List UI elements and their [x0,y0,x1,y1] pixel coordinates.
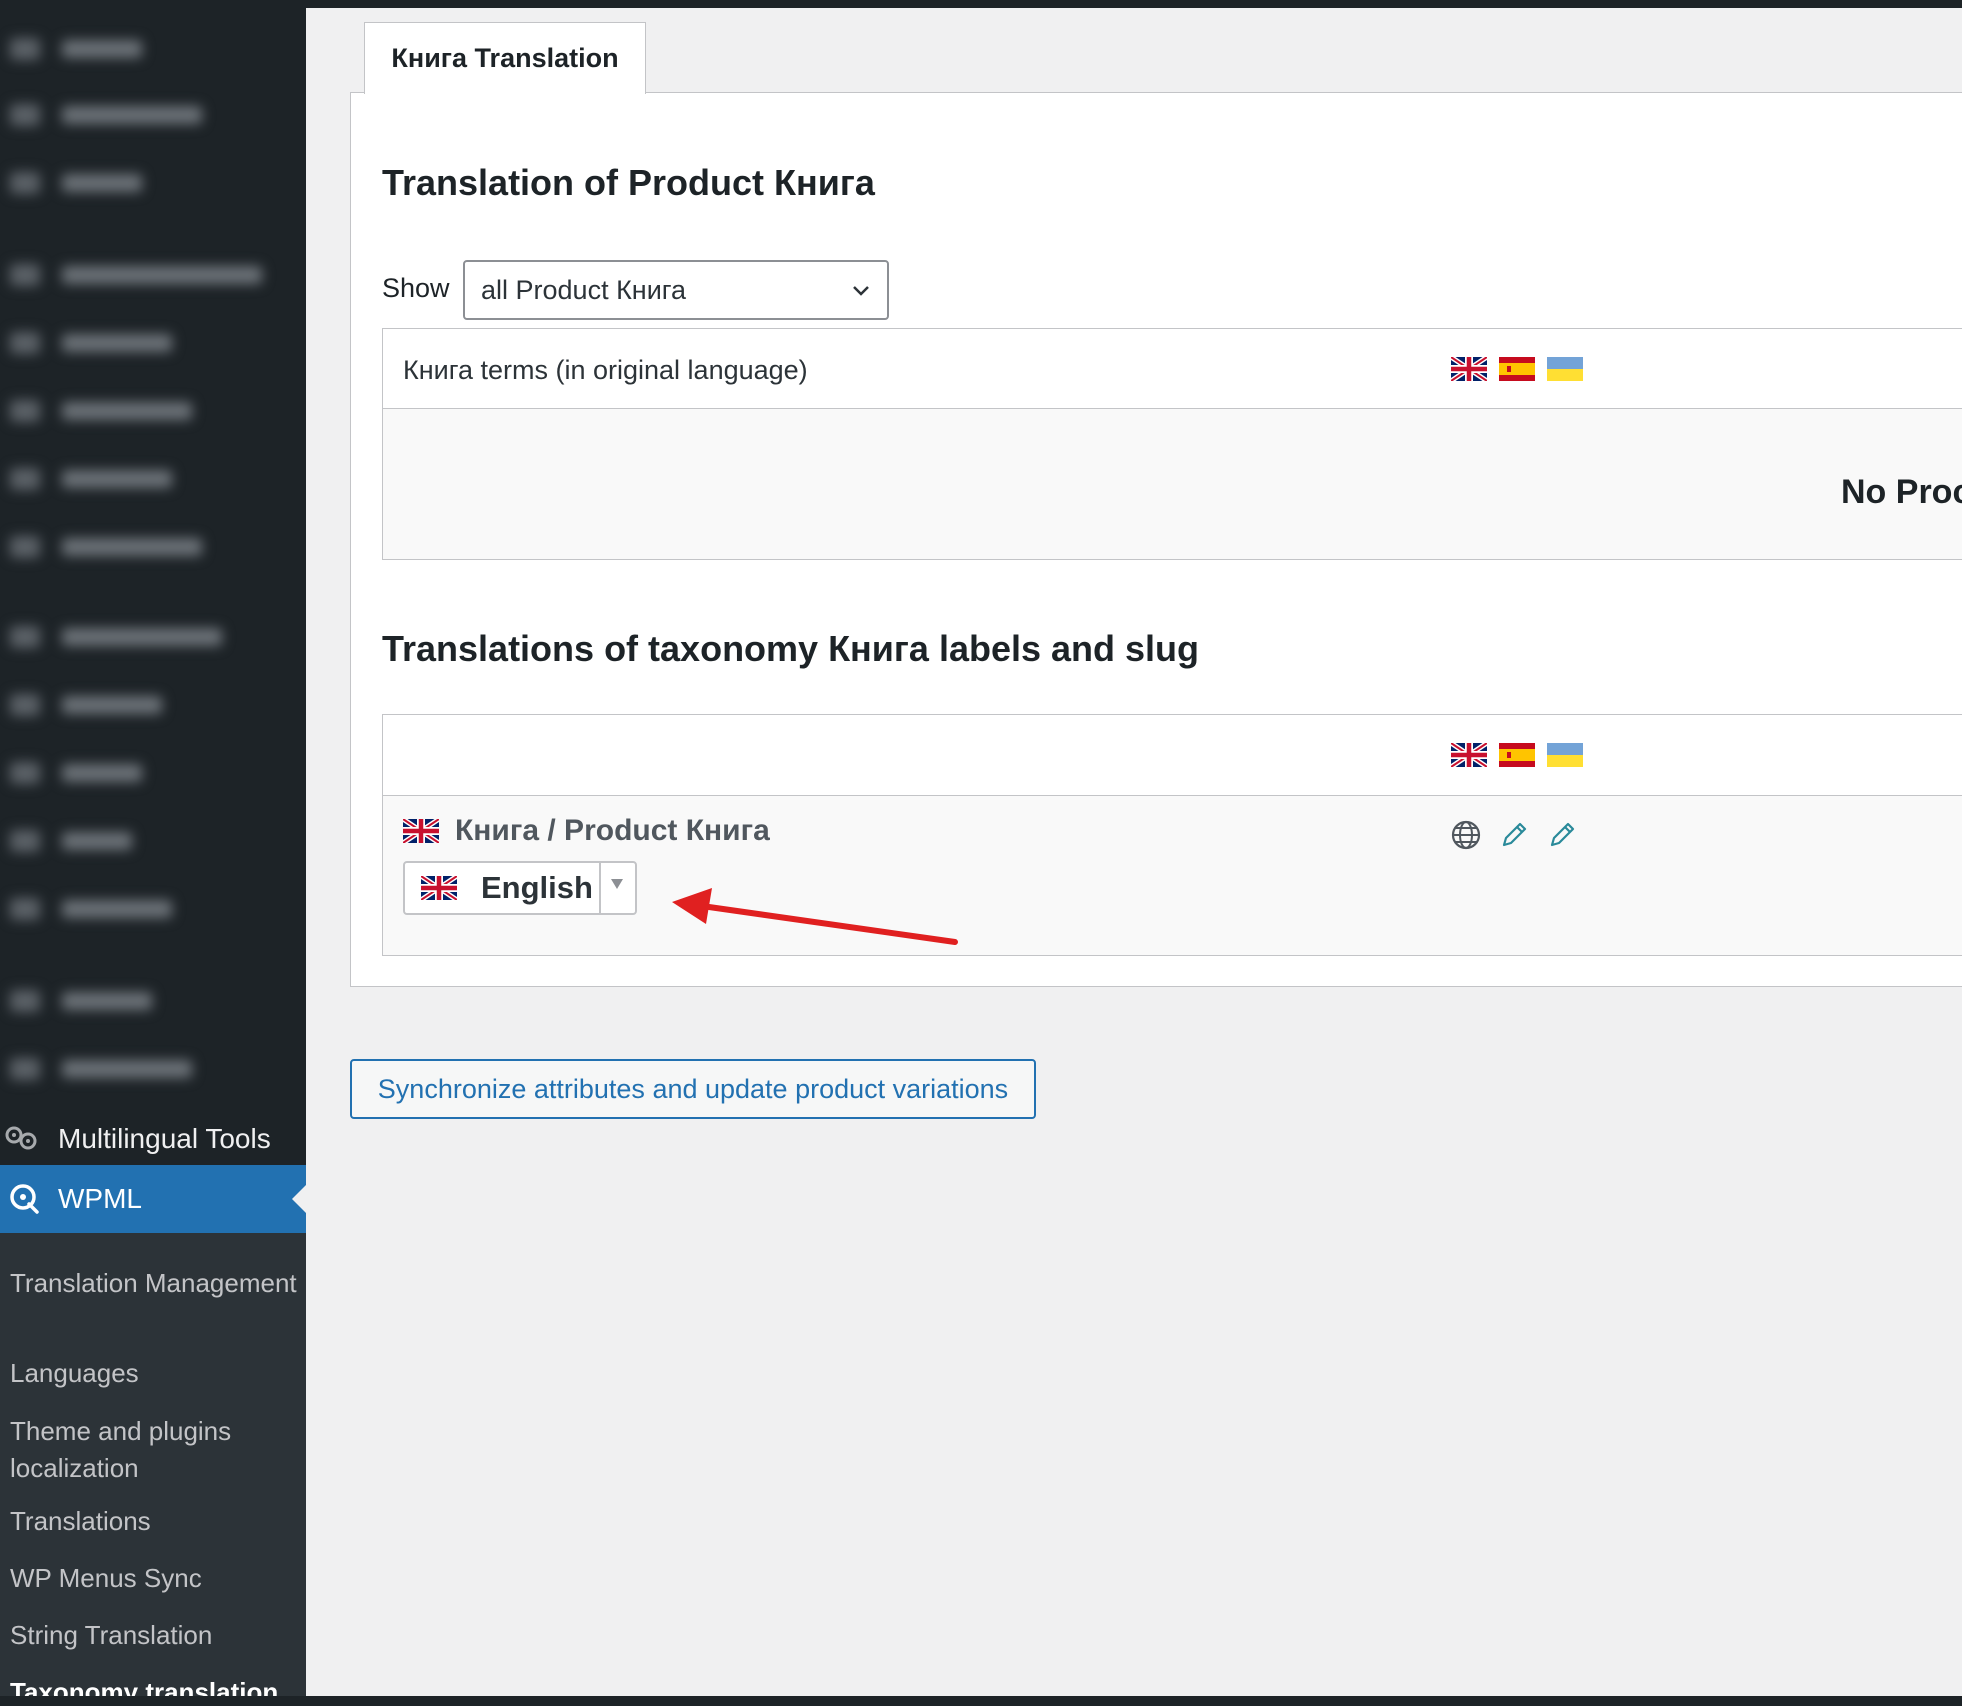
blurred-menu-item[interactable] [10,260,262,290]
section-title-taxonomy-labels: Translations of taxonomy Книга labels an… [382,628,1200,669]
menu-item-wpml[interactable]: WPML [0,1165,306,1233]
submenu-item-translation-management[interactable]: Translation Management [10,1265,300,1302]
labels-table-row: Книга / Product Книга English [383,796,1962,955]
annotation-arrow [672,888,958,945]
uk-flag-icon [421,876,457,900]
multilingual-tools-icon [2,1124,42,1154]
show-filter-label: Show [382,273,450,303]
globe-icon[interactable] [1449,818,1483,852]
chevron-down-icon [849,278,873,309]
wpml-icon [4,1179,44,1219]
pencil-icon[interactable] [1497,818,1531,852]
wpml-submenu: Translation Management Languages Theme a… [0,1233,306,1696]
show-filter-select[interactable]: all Product Книга [463,260,889,320]
submenu-item-wp-menus-sync[interactable]: WP Menus Sync [10,1560,300,1597]
dropdown-separator [599,863,601,913]
section-title-product-translation: Translation of Product Книга [382,162,875,203]
spain-flag-icon [1499,743,1535,767]
submenu-item-theme-plugins-localization[interactable]: Theme and plugins localization [10,1413,300,1487]
blurred-menu-item[interactable] [10,168,142,198]
submenu-item-string-translation[interactable]: String Translation [10,1617,300,1654]
current-menu-caret [292,1185,306,1213]
blurred-menu-item[interactable] [10,328,172,358]
blurred-menu-item[interactable] [10,622,222,652]
language-flags-header [1451,357,1583,381]
blurred-menu-item[interactable] [10,826,132,856]
ukraine-flag-icon [1547,743,1583,767]
ukraine-flag-icon [1547,357,1583,381]
sync-attributes-button[interactable]: Synchronize attributes and update produc… [350,1059,1036,1119]
admin-sidebar: Multilingual Tools WPML Translation Mana… [0,8,306,1696]
screen-bottom-edge [0,1696,1962,1706]
dropdown-arrow-icon[interactable] [611,879,623,889]
empty-message: No Proc [1841,473,1962,511]
blurred-menu-item[interactable] [10,100,202,130]
pencil-icon[interactable] [1545,818,1579,852]
uk-flag-icon [403,819,439,843]
blurred-menu-item[interactable] [10,396,192,426]
submenu-item-taxonomy-translation[interactable]: Taxonomy translation [10,1674,300,1696]
terms-table: Книга terms (in original language) No Pr… [382,328,1962,560]
terms-column-header: Книга terms (in original language) [403,355,808,385]
source-language-value: English [481,870,593,905]
tab-book-translation[interactable]: Книга Translation [364,22,646,94]
submenu-item-translations[interactable]: Translations [10,1503,300,1540]
show-filter-value: all Product Книга [481,274,687,305]
language-flags-header [1451,743,1583,767]
labels-table-header [383,715,1962,796]
blurred-menu-item[interactable] [10,690,162,720]
terms-table-body: No Proc [383,409,1962,559]
blurred-menu-item[interactable] [10,464,172,494]
menu-label-wpml: WPML [58,1183,142,1214]
spain-flag-icon [1499,357,1535,381]
blurred-menu-item[interactable] [10,894,172,924]
menu-item-multilingual-tools[interactable]: Multilingual Tools [0,1114,306,1164]
menu-label-multilingual-tools: Multilingual Tools [58,1123,271,1154]
blurred-menu-item[interactable] [10,986,152,1016]
taxonomy-label-name: Книга / Product Книга [403,814,770,848]
uk-flag-icon [1451,743,1487,767]
source-language-select[interactable]: English [403,861,637,915]
blurred-menu-item[interactable] [10,1054,192,1084]
blurred-menu-item[interactable] [10,758,142,788]
blurred-menu-item[interactable] [10,532,202,562]
terms-table-header: Книга terms (in original language) [383,329,1962,409]
blurred-menu-items [0,8,306,1108]
blurred-menu-item[interactable] [10,34,142,64]
row-translation-actions [1449,818,1579,852]
taxonomy-label-text: Книга / Product Книга [455,814,770,847]
submenu-item-languages[interactable]: Languages [10,1355,300,1392]
admin-top-bar [0,0,1962,8]
uk-flag-icon [1451,357,1487,381]
labels-table: Книга / Product Книга English [382,714,1962,956]
